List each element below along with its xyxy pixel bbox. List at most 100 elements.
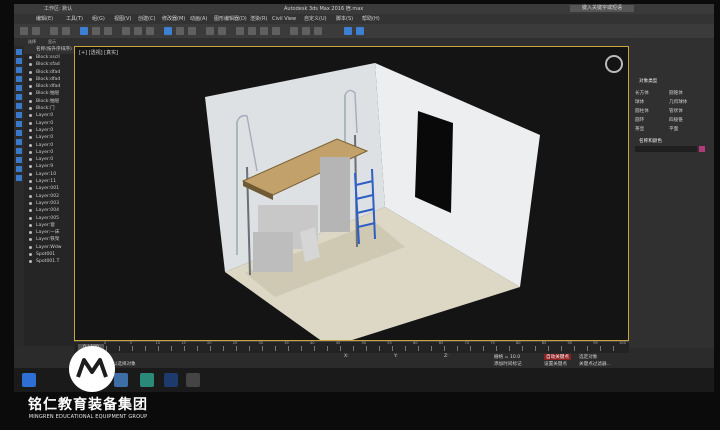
menu-animation[interactable]: 动画(A) [190, 14, 207, 24]
mirror-icon[interactable] [206, 27, 214, 35]
btn-cone[interactable]: 圆锥体 [669, 90, 683, 96]
ribbon-tab-select[interactable]: 选择 [28, 38, 36, 46]
scene-list-item[interactable]: Layer:001 [24, 185, 74, 192]
rotate-icon[interactable] [134, 27, 142, 35]
scene-list-item[interactable]: Block:dfad [24, 69, 74, 76]
filter-shapes-icon[interactable] [16, 58, 22, 64]
unlink-icon[interactable] [62, 27, 70, 35]
scale-icon[interactable] [146, 27, 154, 35]
menu-civil-view[interactable]: Civil View [272, 14, 296, 24]
menu-customize[interactable]: 自定义(U) [304, 14, 327, 24]
ribbon-tab-display[interactable]: 显示 [48, 38, 56, 46]
scene-list-item[interactable]: Layer:0 [24, 112, 74, 119]
menu-help[interactable]: 帮助(H) [362, 14, 380, 24]
scene-list-item[interactable]: Layer:0 [24, 134, 74, 141]
snap-toggle-icon[interactable] [164, 27, 172, 35]
scene-list-item[interactable]: Layer:11 [24, 178, 74, 185]
select-object-icon[interactable] [80, 27, 88, 35]
scene-list-item[interactable]: Layer:一床 [24, 229, 74, 236]
align-icon[interactable] [218, 27, 226, 35]
selected-dropdown[interactable]: 选定对象 [579, 354, 597, 360]
filter-xrefs-icon[interactable] [16, 112, 22, 118]
scene-list-item[interactable]: Block:抽屉 [24, 98, 74, 105]
display-all-icon[interactable] [16, 157, 22, 163]
perspective-viewport[interactable]: [+] [透视] [真实] [74, 46, 629, 341]
scene-list-item[interactable]: Block:dfad [24, 76, 74, 83]
btn-sphere[interactable]: 球体 [635, 99, 644, 105]
scene-list-item[interactable]: Layer:10 [24, 171, 74, 178]
filter-hidden-icon[interactable] [16, 148, 22, 154]
layer-manager-icon[interactable] [236, 27, 244, 35]
scene-list-item[interactable]: Layer:005 [24, 215, 74, 222]
scene-list-item[interactable]: Block:sfad [24, 61, 74, 68]
quick-access-label[interactable]: 工作区: 默认 [44, 4, 72, 14]
render-setup-icon[interactable] [290, 27, 298, 35]
filter-cameras-icon[interactable] [16, 76, 22, 82]
menu-group[interactable]: 组(G) [92, 14, 105, 24]
menu-graph-editors[interactable]: 图形编辑器(D) [214, 14, 247, 24]
rectangle-selection-icon[interactable] [104, 27, 112, 35]
scene-list-item[interactable]: Layer:9 [24, 163, 74, 170]
scene-list-item[interactable]: Layer:0 [24, 142, 74, 149]
scene-list-item[interactable]: Layer:004 [24, 207, 74, 214]
select-by-name-icon[interactable] [92, 27, 100, 35]
polygon-modeling-icon[interactable] [356, 27, 364, 35]
scene-list-item[interactable]: Layer:0 [24, 127, 74, 134]
filter-helpers-icon[interactable] [16, 85, 22, 91]
angle-snap-icon[interactable] [176, 27, 184, 35]
chat-icon[interactable] [186, 373, 200, 387]
rollout-object-type[interactable]: 对象类型 [639, 78, 657, 84]
scene-list-item[interactable]: Block:抽屉 [24, 90, 74, 97]
scene-list-item[interactable]: Layer:铁架 [24, 236, 74, 243]
search-input[interactable]: 键入关键字或短语 [569, 5, 634, 12]
scene-list-item[interactable]: Block:dfad [24, 83, 74, 90]
scene-list-item[interactable]: Layer:Wdw [24, 244, 74, 251]
scene-explorer-header[interactable]: 名称(按升序排序) [24, 46, 74, 54]
filter-frozen-icon[interactable] [16, 139, 22, 145]
scene-list-item[interactable]: Layer:0 [24, 120, 74, 127]
object-color-swatch[interactable] [699, 146, 705, 152]
object-name-field[interactable] [635, 146, 697, 152]
workspace-icon[interactable] [344, 27, 352, 35]
invert-display-icon[interactable] [16, 175, 22, 181]
scene-list-item[interactable]: Spot001 [24, 251, 74, 258]
btn-pyramid[interactable]: 四棱锥 [669, 117, 683, 123]
scene-list-item[interactable]: Layer:002 [24, 193, 74, 200]
menu-view[interactable]: 视图(V) [114, 14, 131, 24]
render-frame-icon[interactable] [302, 27, 310, 35]
render-icon[interactable] [314, 27, 322, 35]
viewcube-icon[interactable] [605, 55, 623, 73]
btn-box[interactable]: 长方体 [635, 90, 649, 96]
scene-list-item[interactable]: Layer:0 [24, 156, 74, 163]
scene-list-item[interactable]: Layer:窗 [24, 222, 74, 229]
link-icon[interactable] [50, 27, 58, 35]
btn-tube[interactable]: 管状体 [669, 108, 683, 114]
undo-icon[interactable] [20, 27, 28, 35]
auto-key-button[interactable]: 自动关键点 [544, 354, 571, 360]
curve-editor-icon[interactable] [248, 27, 256, 35]
scene-list-item[interactable]: Layer:0 [24, 149, 74, 156]
set-key-button[interactable]: 设置关键点 [544, 361, 567, 367]
btn-geosphere[interactable]: 几何球体 [669, 99, 687, 105]
move-icon[interactable] [122, 27, 130, 35]
add-time-tag-button[interactable]: 添加时间标记 [494, 361, 522, 367]
scene-list-item[interactable]: Spot001.T [24, 258, 74, 265]
menu-tools[interactable]: 工具(T) [66, 14, 83, 24]
menu-scripting[interactable]: 脚本(S) [336, 14, 353, 24]
photoshop-icon[interactable] [164, 373, 178, 387]
key-filters-button[interactable]: 关键点过滤器... [579, 361, 611, 367]
filter-containers-icon[interactable] [16, 130, 22, 136]
scene-list-item[interactable]: Block:门 [24, 105, 74, 112]
material-editor-icon[interactable] [272, 27, 280, 35]
btn-plane[interactable]: 平面 [669, 126, 678, 132]
schematic-view-icon[interactable] [260, 27, 268, 35]
menu-modifiers[interactable]: 修改器(M) [162, 14, 185, 24]
display-none-icon[interactable] [16, 166, 22, 172]
btn-torus[interactable]: 圆环 [635, 117, 644, 123]
filter-lights-icon[interactable] [16, 67, 22, 73]
menu-create[interactable]: 创建(C) [138, 14, 155, 24]
menu-edit[interactable]: 编辑(E) [36, 14, 53, 24]
scene-list-item[interactable]: Layer:003 [24, 200, 74, 207]
redo-icon[interactable] [32, 27, 40, 35]
filter-spacewarps-icon[interactable] [16, 94, 22, 100]
